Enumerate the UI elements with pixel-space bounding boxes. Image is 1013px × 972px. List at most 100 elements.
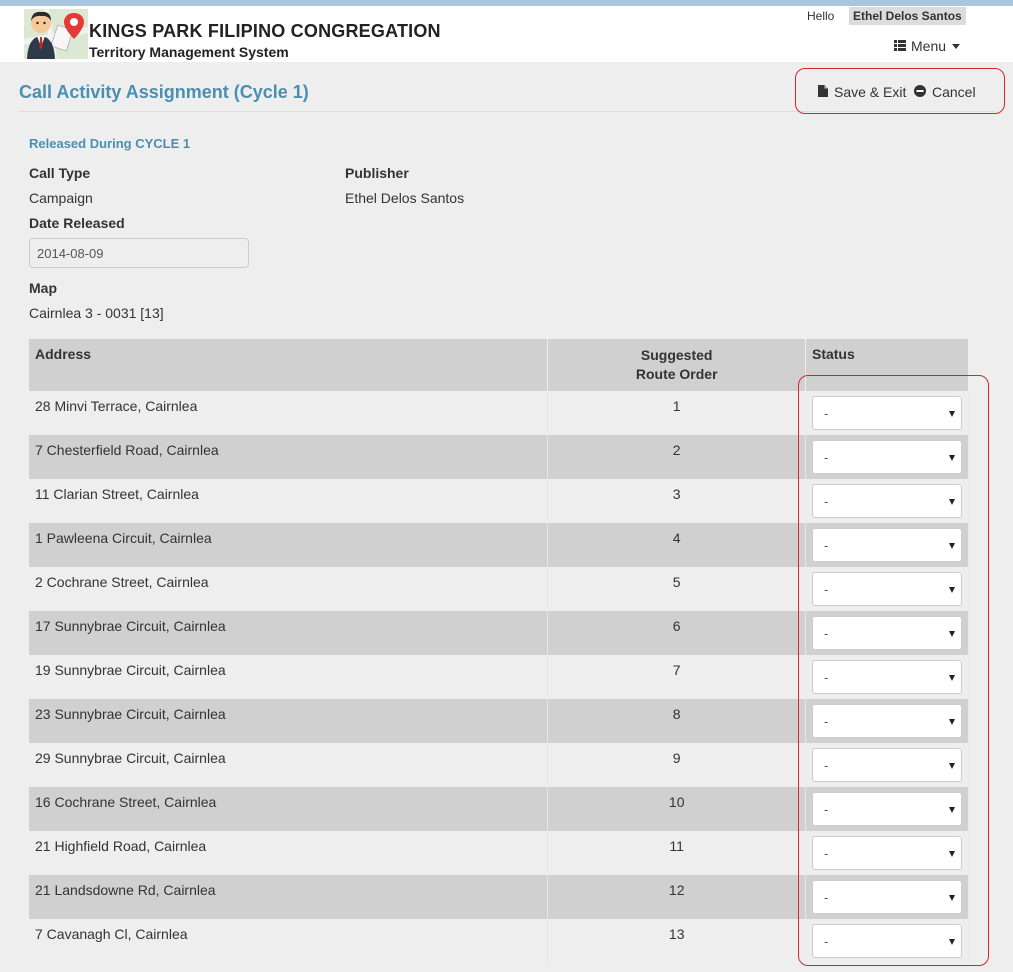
status-select[interactable]: - [811, 880, 962, 914]
dropdown-arrow-icon [948, 455, 955, 461]
address-cell: 21 Highfield Road, Cairnlea [29, 831, 549, 875]
status-select[interactable]: - [811, 440, 962, 474]
dropdown-arrow-icon [948, 675, 955, 681]
status-cell: - [805, 699, 970, 743]
status-select-value: - [823, 846, 829, 861]
date-released-field[interactable] [29, 238, 249, 268]
status-select-value: - [823, 406, 829, 421]
table-row: 19 Sunnybrae Circuit, Cairnlea 7 - [29, 655, 970, 699]
menu-button[interactable]: Menu [894, 38, 961, 54]
map-label: Map [29, 280, 57, 296]
publisher-value: Ethel Delos Santos [345, 190, 465, 206]
address-cell: 23 Sunnybrae Circuit, Cairnlea [29, 699, 549, 743]
status-cell: - [805, 919, 970, 963]
route-order-cell: 2 [547, 435, 806, 479]
route-order-cell: 8 [547, 699, 806, 743]
status-select-value: - [823, 714, 829, 729]
caret-down-icon [952, 43, 961, 49]
list-icon [894, 38, 906, 54]
map-value: Cairnlea 3 - 0031 [13] [29, 305, 164, 321]
status-select[interactable]: - [811, 836, 962, 870]
table-row: 2 Cochrane Street, Cairnlea 5 - [29, 567, 970, 611]
hello-label: Hello [807, 9, 835, 23]
cancel-label: Cancel [932, 84, 976, 100]
address-cell: 7 Chesterfield Road, Cairnlea [29, 435, 549, 479]
status-cell: - [805, 435, 970, 479]
address-cell: 17 Sunnybrae Circuit, Cairnlea [29, 611, 549, 655]
save-exit-label: Save & Exit [834, 84, 907, 100]
status-select[interactable]: - [811, 396, 962, 430]
status-select-value: - [823, 450, 829, 465]
route-order-cell: 11 [547, 831, 806, 875]
address-column-header: Address [29, 339, 549, 391]
dropdown-arrow-icon [948, 543, 955, 549]
dropdown-arrow-icon [948, 631, 955, 637]
status-select[interactable]: - [811, 528, 962, 562]
table-row: 16 Cochrane Street, Cairnlea 10 - [29, 787, 970, 831]
minus-circle-icon [914, 84, 926, 100]
table-row: 28 Minvi Terrace, Cairnlea 1 - [29, 391, 970, 435]
status-select[interactable]: - [811, 484, 962, 518]
status-select[interactable]: - [811, 748, 962, 782]
route-order-cell: 6 [547, 611, 806, 655]
status-select[interactable]: - [811, 572, 962, 606]
status-select-value: - [823, 802, 829, 817]
status-select-value: - [823, 934, 829, 949]
route-order-cell: 5 [547, 567, 806, 611]
status-cell: - [805, 743, 970, 787]
app-logo-icon [24, 9, 88, 59]
route-order-cell: 7 [547, 655, 806, 699]
route-order-cell: 9 [547, 743, 806, 787]
dropdown-arrow-icon [948, 895, 955, 901]
call-type-value: Campaign [29, 190, 93, 206]
table-row: 21 Landsdowne Rd, Cairnlea 12 - [29, 875, 970, 919]
file-icon [818, 84, 828, 100]
address-cell: 21 Landsdowne Rd, Cairnlea [29, 875, 549, 919]
table-row: 7 Chesterfield Road, Cairnlea 2 - [29, 435, 970, 479]
status-select-value: - [823, 538, 829, 553]
address-cell: 29 Sunnybrae Circuit, Cairnlea [29, 743, 549, 787]
dropdown-arrow-icon [948, 499, 955, 505]
status-select[interactable]: - [811, 704, 962, 738]
address-cell: 1 Pawleena Circuit, Cairnlea [29, 523, 549, 567]
dropdown-arrow-icon [948, 411, 955, 417]
route-order-column-header: Suggested Route Order [547, 339, 806, 391]
address-cell: 16 Cochrane Street, Cairnlea [29, 787, 549, 831]
status-select[interactable]: - [811, 616, 962, 650]
app-header: KINGS PARK FILIPINO CONGREGATION Territo… [0, 6, 1013, 62]
dropdown-arrow-icon [948, 763, 955, 769]
route-order-cell: 3 [547, 479, 806, 523]
address-table: Address Suggested Route Order Status 28 … [29, 339, 970, 963]
status-cell: - [805, 523, 970, 567]
cancel-button[interactable]: Cancel [914, 84, 976, 100]
system-name: Territory Management System [89, 44, 289, 60]
date-released-label: Date Released [29, 215, 125, 231]
menu-label: Menu [911, 38, 947, 54]
table-row: 17 Sunnybrae Circuit, Cairnlea 6 - [29, 611, 970, 655]
status-cell: - [805, 567, 970, 611]
status-cell: - [805, 655, 970, 699]
dropdown-arrow-icon [948, 587, 955, 593]
status-select-value: - [823, 670, 829, 685]
status-cell: - [805, 391, 970, 435]
table-header-row: Address Suggested Route Order Status [29, 339, 970, 391]
route-order-cell: 12 [547, 875, 806, 919]
address-cell: 7 Cavanagh Cl, Cairnlea [29, 919, 549, 963]
route-order-cell: 4 [547, 523, 806, 567]
address-cell: 2 Cochrane Street, Cairnlea [29, 567, 549, 611]
status-cell: - [805, 787, 970, 831]
table-row: 23 Sunnybrae Circuit, Cairnlea 8 - [29, 699, 970, 743]
table-row: 7 Cavanagh Cl, Cairnlea 13 - [29, 919, 970, 963]
dropdown-arrow-icon [948, 851, 955, 857]
user-name-badge[interactable]: Ethel Delos Santos [849, 7, 966, 25]
status-select[interactable]: - [811, 924, 962, 958]
publisher-label: Publisher [345, 165, 409, 181]
address-cell: 19 Sunnybrae Circuit, Cairnlea [29, 655, 549, 699]
status-select[interactable]: - [811, 660, 962, 694]
save-exit-button[interactable]: Save & Exit [818, 84, 906, 100]
status-cell: - [805, 611, 970, 655]
dropdown-arrow-icon [948, 719, 955, 725]
dropdown-arrow-icon [948, 939, 955, 945]
status-select[interactable]: - [811, 792, 962, 826]
status-column-header: Status [805, 339, 970, 391]
